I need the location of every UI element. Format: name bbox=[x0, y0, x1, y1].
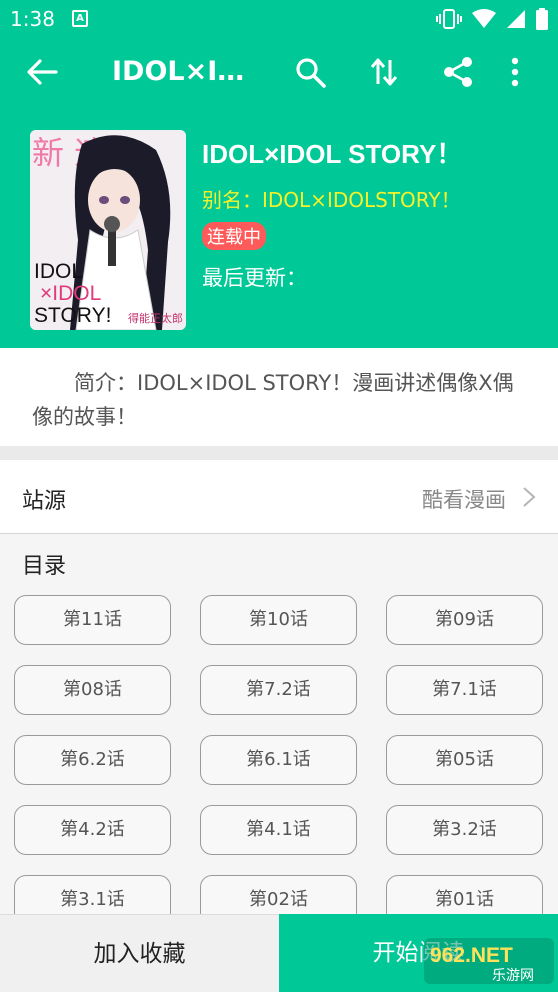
toc-title: 目录 bbox=[22, 554, 67, 579]
chapter-button[interactable]: 第4.1话 bbox=[200, 805, 357, 855]
status-badge: 连载中 bbox=[202, 222, 266, 250]
cover-author: 得能正太郎 bbox=[128, 311, 183, 325]
chapter-button[interactable]: 第08话 bbox=[14, 665, 171, 715]
comic-header: 新 速 IDOL ×IDOL STORY! 得能正太郎 IDOL×IDOL ST… bbox=[0, 106, 558, 348]
comic-intro: 简介：IDOL×IDOL STORY！漫画讲述偶像X偶像的故事！ bbox=[0, 348, 558, 446]
chapter-button[interactable]: 第4.2话 bbox=[14, 805, 171, 855]
source-row[interactable]: 站源 酷看漫画 bbox=[0, 460, 558, 534]
watermark-sub: 乐游网 bbox=[492, 968, 534, 984]
source-label: 站源 bbox=[22, 489, 67, 514]
notification-icon: A bbox=[72, 10, 88, 27]
section-divider bbox=[0, 446, 558, 460]
chevron-right-icon bbox=[523, 487, 536, 507]
share-icon[interactable] bbox=[442, 56, 474, 88]
signal-icon bbox=[507, 10, 525, 28]
watermark-logo: 962.NET 乐游网 bbox=[424, 938, 554, 984]
add-favorite-button[interactable]: 加入收藏 bbox=[0, 914, 279, 992]
chapter-button[interactable]: 第11话 bbox=[14, 595, 171, 645]
chapter-button[interactable]: 第7.2话 bbox=[200, 665, 357, 715]
more-vert-icon[interactable] bbox=[508, 56, 522, 88]
chapter-button[interactable]: 第05话 bbox=[386, 735, 543, 785]
back-arrow-icon[interactable] bbox=[26, 58, 58, 86]
chapter-button[interactable]: 第6.1话 bbox=[200, 735, 357, 785]
battery-icon bbox=[536, 8, 548, 30]
wifi-icon bbox=[472, 9, 496, 28]
last-update: 最后更新： bbox=[202, 266, 307, 290]
search-icon[interactable] bbox=[294, 56, 326, 88]
comic-alias: 别名：IDOL×IDOLSTORY！ bbox=[202, 188, 461, 212]
cover-title-line3: STORY! bbox=[34, 304, 111, 327]
chapter-button[interactable]: 第10话 bbox=[200, 595, 357, 645]
watermark-brand: 962.NET bbox=[430, 944, 513, 967]
toolbar-title: IDOL×ID… bbox=[112, 56, 252, 87]
chapter-button[interactable]: 第09话 bbox=[386, 595, 543, 645]
source-value: 酷看漫画 bbox=[422, 488, 506, 512]
vibrate-icon bbox=[436, 9, 462, 29]
comic-cover-image[interactable]: 新 速 IDOL ×IDOL STORY! 得能正太郎 bbox=[30, 130, 186, 330]
cover-title-line1: IDOL bbox=[34, 260, 83, 283]
system-icons bbox=[436, 8, 548, 30]
app-bar: IDOL×ID… bbox=[0, 38, 558, 106]
status-bar: 1:38 A bbox=[0, 0, 558, 38]
chapter-button[interactable]: 第7.1话 bbox=[386, 665, 543, 715]
sort-icon[interactable] bbox=[368, 56, 400, 88]
comic-title: IDOL×IDOL STORY！ bbox=[202, 139, 463, 169]
chapter-grid: 第11话 第10话 第09话 第08话 第7.2话 第7.1话 第6.2话 第6… bbox=[14, 595, 544, 925]
chapter-button[interactable]: 第6.2话 bbox=[14, 735, 171, 785]
cover-title-line2: ×IDOL bbox=[40, 282, 101, 305]
status-time: 1:38 bbox=[10, 7, 55, 31]
chapter-button[interactable]: 第3.2话 bbox=[386, 805, 543, 855]
